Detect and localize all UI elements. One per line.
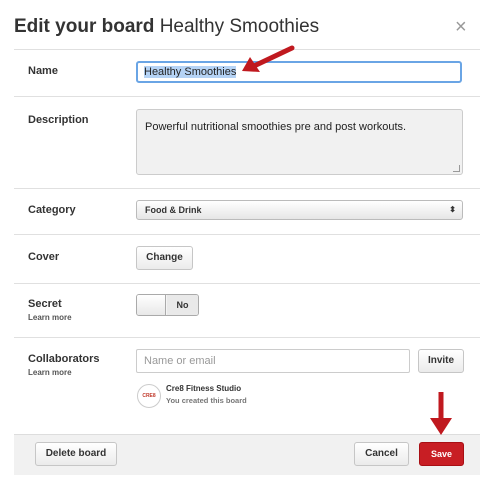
collaborator-email-input[interactable]: Name or email [136,349,410,373]
title-prefix: Edit your board [14,16,155,37]
collaborators-label: Collaborators [28,353,100,365]
category-label: Category [28,204,76,216]
close-icon[interactable]: × [455,17,467,37]
divider [14,96,480,97]
description-label: Description [28,114,89,126]
annotation-arrow-icon [430,392,452,435]
change-cover-button[interactable]: Change [136,246,193,270]
description-value: Powerful nutritional smoothies pre and p… [145,121,407,133]
board-name-input[interactable]: Healthy Smoothies [136,61,462,83]
secret-learn-more-link[interactable]: Learn more [28,313,72,322]
secret-toggle[interactable]: No [136,294,199,316]
save-button[interactable]: Save [419,442,464,466]
divider [14,188,480,189]
toggle-knob [137,295,166,315]
delete-board-button[interactable]: Delete board [35,442,117,466]
divider [14,337,480,338]
category-value: Food & Drink [145,205,202,215]
cancel-button[interactable]: Cancel [354,442,409,466]
dialog-title: Edit your board Healthy Smoothies [14,16,319,38]
invite-button[interactable]: Invite [418,349,464,373]
name-label: Name [28,65,58,77]
secret-label: Secret [28,298,62,310]
resize-handle-icon[interactable] [453,165,460,172]
toggle-state: No [167,295,198,315]
description-textarea[interactable]: Powerful nutritional smoothies pre and p… [136,109,463,175]
dropdown-arrow-icon: ⬍ [449,205,456,214]
annotation-arrow-icon [242,45,295,72]
category-select[interactable]: Food & Drink ⬍ [136,200,463,220]
collaborator-role: You created this board [166,396,247,405]
board-name-value: Healthy Smoothies [144,66,237,78]
collaborator-name: Cre8 Fitness Studio [166,384,242,393]
divider [14,234,480,235]
cover-label: Cover [28,251,60,263]
collaborators-learn-more-link[interactable]: Learn more [28,368,72,377]
avatar: CRE8 [137,384,161,408]
divider [14,283,480,284]
title-board-name: Healthy Smoothies [159,16,320,37]
